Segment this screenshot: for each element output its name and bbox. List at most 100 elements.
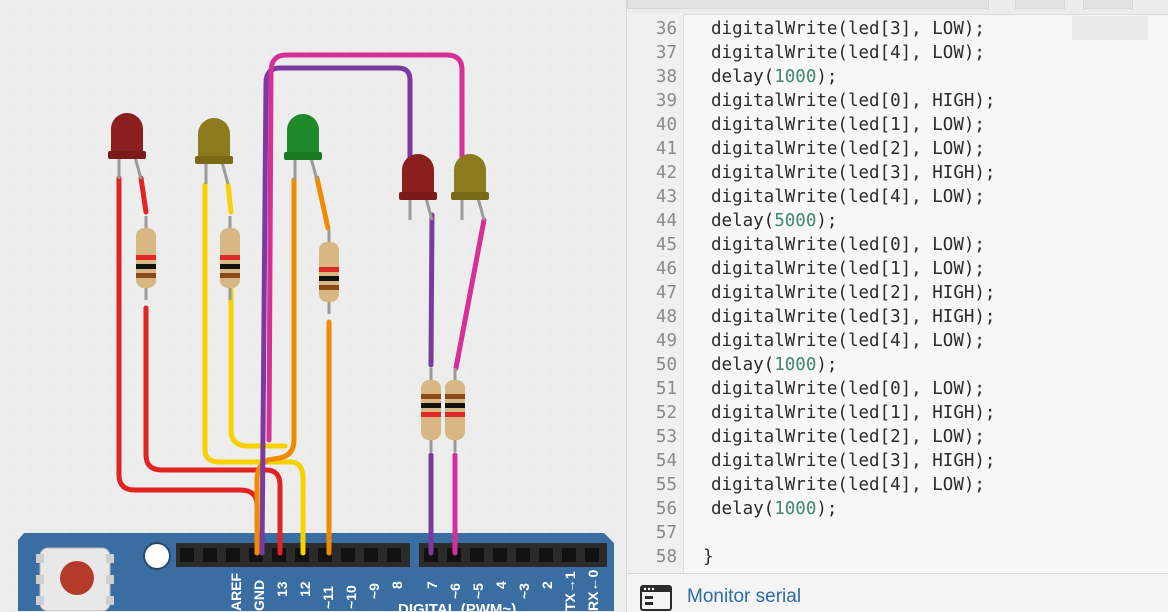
- code-text[interactable]: digitalWrite(led[0], LOW);: [711, 233, 985, 257]
- code-line[interactable]: 46 digitalWrite(led[1], LOW);: [627, 257, 1168, 281]
- pin-label-11: ~11: [320, 586, 336, 609]
- resistor-2[interactable]: [220, 216, 240, 300]
- code-line[interactable]: 55 digitalWrite(led[4], LOW);: [627, 473, 1168, 497]
- line-number: 41: [655, 139, 677, 159]
- code-text[interactable]: digitalWrite(led[4], LOW);: [711, 185, 985, 209]
- code-text[interactable]: digitalWrite(led[1], LOW);: [711, 257, 985, 281]
- code-line[interactable]: 49 digitalWrite(led[4], LOW);: [627, 329, 1168, 353]
- code-text[interactable]: delay(1000);: [711, 353, 837, 377]
- led-red-2[interactable]: [399, 154, 437, 221]
- code-token: );: [816, 67, 838, 87]
- resistor-3[interactable]: [319, 230, 339, 314]
- line-number: 58: [655, 547, 677, 567]
- code-text[interactable]: digitalWrite(led[1], HIGH);: [711, 401, 995, 425]
- wire-yellow-13-via[interactable]: [228, 287, 288, 449]
- circuit-canvas[interactable]: AREF GND 13 12 ~11 ~10 ~9 8 7 ~6 ~5 4 ~3…: [0, 0, 626, 611]
- line-number: 49: [655, 331, 677, 351]
- code-line[interactable]: 37 digitalWrite(led[4], LOW);: [627, 41, 1168, 65]
- code-line[interactable]: 38 delay(1000);: [627, 65, 1168, 89]
- code-number-literal: 1000: [774, 67, 817, 87]
- code-text[interactable]: }: [703, 545, 714, 569]
- code-line[interactable]: 54 digitalWrite(led[3], HIGH);: [627, 449, 1168, 473]
- code-text[interactable]: delay(1000);: [711, 65, 837, 89]
- code-token: digitalWrite(led[3], HIGH);: [711, 163, 996, 183]
- wire-orange-short: [314, 175, 331, 231]
- code-token: digitalWrite(led[4], LOW);: [711, 475, 985, 495]
- arduino-board[interactable]: AREF GND 13 12 ~11 ~10 ~9 8 7 ~6 ~5 4 ~3…: [18, 533, 614, 611]
- code-line[interactable]: 41 digitalWrite(led[2], LOW);: [627, 137, 1168, 161]
- line-number: 51: [655, 379, 677, 399]
- code-token: digitalWrite(led[0], HIGH);: [711, 91, 996, 111]
- code-text[interactable]: digitalWrite(led[4], LOW);: [711, 473, 985, 497]
- code-line[interactable]: 43 digitalWrite(led[4], LOW);: [627, 185, 1168, 209]
- code-line[interactable]: 47 digitalWrite(led[2], HIGH);: [627, 281, 1168, 305]
- serial-monitor-icon[interactable]: [640, 585, 672, 611]
- code-token: );: [816, 211, 838, 231]
- code-token: digitalWrite(led[4], LOW);: [711, 187, 985, 207]
- code-editor[interactable]: 36 digitalWrite(led[3], LOW); 37 digitalWri…: [626, 0, 1168, 573]
- code-text[interactable]: digitalWrite(led[3], HIGH);: [711, 305, 995, 329]
- code-text[interactable]: digitalWrite(led[2], LOW);: [711, 137, 985, 161]
- code-line[interactable]: 56 delay(1000);: [627, 497, 1168, 521]
- code-text[interactable]: digitalWrite(led[3], HIGH);: [711, 449, 995, 473]
- resistors: [136, 216, 465, 452]
- toolbar-tab[interactable]: [1015, 0, 1065, 9]
- line-number: 45: [655, 235, 677, 255]
- code-text[interactable]: digitalWrite(led[4], LOW);: [711, 41, 985, 65]
- resistor-1[interactable]: [136, 216, 156, 300]
- code-line[interactable]: 50 delay(1000);: [627, 353, 1168, 377]
- line-number: 42: [655, 163, 677, 183]
- code-line[interactable]: 48 digitalWrite(led[3], HIGH);: [627, 305, 1168, 329]
- code-line[interactable]: 53 digitalWrite(led[2], LOW);: [627, 425, 1168, 449]
- line-number: 52: [655, 403, 677, 423]
- code-line[interactable]: 52 digitalWrite(led[1], HIGH);: [627, 401, 1168, 425]
- code-token: delay(: [711, 355, 775, 375]
- code-token: digitalWrite(led[3], HIGH);: [711, 451, 996, 471]
- code-line[interactable]: 51 digitalWrite(led[0], LOW);: [627, 377, 1168, 401]
- serial-monitor-label[interactable]: Monitor serial: [687, 586, 801, 608]
- code-token: digitalWrite(led[2], LOW);: [711, 427, 985, 447]
- toolbar-tab[interactable]: [1083, 0, 1133, 9]
- code-line[interactable]: 58}: [627, 545, 1168, 569]
- code-token: digitalWrite(led[4], LOW);: [711, 43, 985, 63]
- led-yellow-1[interactable]: [195, 118, 233, 185]
- resistor-5[interactable]: [445, 368, 465, 452]
- code-line[interactable]: 57: [627, 521, 1168, 545]
- code-text[interactable]: digitalWrite(led[2], LOW);: [711, 425, 985, 449]
- code-number-literal: 5000: [774, 211, 817, 231]
- serial-monitor-bar[interactable]: Monitor serial: [626, 573, 1168, 612]
- code-token: delay(: [711, 211, 775, 231]
- code-token: );: [816, 355, 838, 375]
- led-red-1[interactable]: [108, 113, 146, 180]
- pin-label-9: ~9: [366, 583, 382, 599]
- resistor-4[interactable]: [421, 368, 441, 452]
- pin-label-7: 7: [424, 581, 440, 589]
- led-yellow-2[interactable]: [451, 154, 489, 221]
- wire-yellow-short: [225, 182, 234, 215]
- wire-purple-gnd[interactable]: [259, 65, 413, 556]
- code-text[interactable]: digitalWrite(led[0], HIGH);: [711, 89, 995, 113]
- code-line[interactable]: 39 digitalWrite(led[0], HIGH);: [627, 89, 1168, 113]
- code-text[interactable]: digitalWrite(led[0], LOW);: [711, 377, 985, 401]
- header-right: [419, 543, 607, 567]
- code-text[interactable]: delay(5000);: [711, 209, 837, 233]
- code-line[interactable]: 45 digitalWrite(led[0], LOW);: [627, 233, 1168, 257]
- pin-label-aref: AREF: [228, 572, 244, 611]
- code-text[interactable]: digitalWrite(led[4], LOW);: [711, 329, 985, 353]
- code-line[interactable]: 40 digitalWrite(led[1], LOW);: [627, 113, 1168, 137]
- code-text[interactable]: digitalWrite(led[3], LOW);: [711, 17, 985, 41]
- circuit-diagram[interactable]: AREF GND 13 12 ~11 ~10 ~9 8 7 ~6 ~5 4 ~3…: [0, 0, 626, 611]
- code-line[interactable]: 44 delay(5000);: [627, 209, 1168, 233]
- line-number: 37: [655, 43, 677, 63]
- led-green[interactable]: [284, 114, 322, 181]
- code-text[interactable]: digitalWrite(led[1], LOW);: [711, 113, 985, 137]
- code-text[interactable]: digitalWrite(led[2], HIGH);: [711, 281, 995, 305]
- code-text[interactable]: delay(1000);: [711, 497, 837, 521]
- line-number: 43: [655, 187, 677, 207]
- pin-label-10: ~10: [343, 585, 359, 609]
- code-line[interactable]: 36 digitalWrite(led[3], LOW);: [627, 17, 1168, 41]
- toolbar-tab[interactable]: [627, 0, 989, 9]
- reset-button[interactable]: [36, 547, 114, 611]
- code-line[interactable]: 42 digitalWrite(led[3], HIGH);: [627, 161, 1168, 185]
- code-text[interactable]: digitalWrite(led[3], HIGH);: [711, 161, 995, 185]
